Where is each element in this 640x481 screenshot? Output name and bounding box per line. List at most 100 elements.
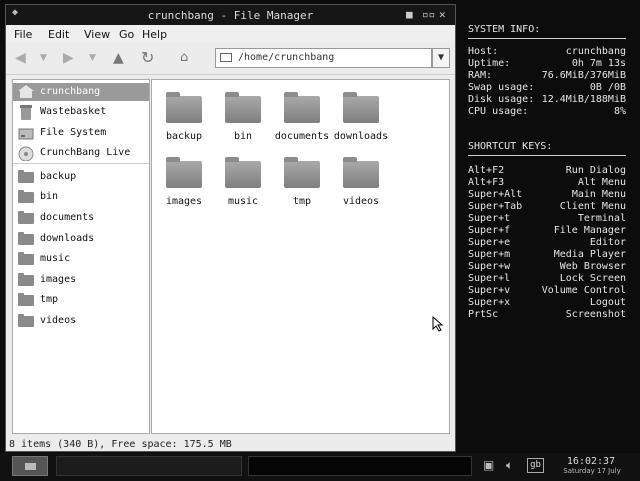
task-button[interactable] [56, 456, 242, 476]
volume-icon[interactable]: 🔈︎ [506, 458, 513, 473]
shortcut-key: Super+w [468, 261, 511, 272]
sidebar-bookmark-music[interactable]: music [13, 250, 149, 268]
shortcut-key: Super+x [468, 297, 511, 308]
sidebar-item-crunchbang-live[interactable]: CrunchBang Live [13, 144, 149, 162]
forward-arrow-icon[interactable]: ▶ [63, 50, 74, 66]
folder-item-downloads[interactable]: downloads [331, 92, 391, 142]
folder-icon [343, 92, 379, 123]
sysinfo-key: Swap usage: [468, 82, 535, 93]
sidebar-bookmark-images[interactable]: images [13, 271, 149, 289]
sysinfo-key: CPU usage: [468, 106, 529, 117]
sidebar-item-wastebasket[interactable]: Wastebasket [13, 103, 149, 121]
sidebar-bookmark-documents[interactable]: documents [13, 209, 149, 227]
shortcut-row: PrtSc Screenshot [468, 309, 626, 321]
back-history-chevron-icon[interactable]: ▼ [40, 53, 47, 63]
menu-help[interactable]: Help [142, 28, 167, 41]
keyboard-layout-indicator[interactable]: gb [527, 458, 544, 473]
folder-item-backup[interactable]: backup [154, 92, 214, 142]
folder-label: bin [233, 131, 253, 142]
sidebar-bookmark-tmp[interactable]: tmp [13, 291, 149, 309]
shortcut-action: Lock Screen [559, 273, 626, 284]
network-icon[interactable]: ▣ [483, 458, 494, 472]
close-icon[interactable]: ✕ [439, 8, 446, 21]
sidebar-item-file-system[interactable]: File System [13, 124, 149, 142]
folder-item-videos[interactable]: videos [331, 157, 391, 207]
menu-file[interactable]: File [14, 28, 32, 41]
shortcut-row: Super+x Logout [468, 297, 626, 309]
shortcut-row: Super+w Web Browser [468, 261, 626, 273]
folder-item-images[interactable]: images [154, 157, 214, 207]
folder-icon [18, 314, 34, 327]
menu-view[interactable]: View [84, 28, 110, 41]
sidebar-item-label: Wastebasket [40, 106, 107, 117]
sidebar-item-label: videos [40, 315, 77, 326]
sidebar-bookmark-videos[interactable]: videos [13, 312, 149, 330]
shortcut-row: Super+t Terminal [468, 213, 626, 225]
shortcut-key: Super+Tab [468, 201, 523, 212]
shortcut-action: Logout [589, 297, 626, 308]
back-arrow-icon[interactable]: ◀ [15, 50, 26, 66]
shortcut-row: Alt+F3 Alt Menu [468, 177, 626, 189]
menu-go[interactable]: Go [119, 28, 134, 41]
folder-item-tmp[interactable]: tmp [272, 157, 332, 207]
folder-icon [166, 157, 202, 188]
shortcut-key: Super+l [468, 273, 511, 284]
sidebar-bookmark-backup[interactable]: backup [13, 168, 149, 186]
forward-history-chevron-icon[interactable]: ▼ [89, 53, 96, 63]
menu-edit[interactable]: Edit [48, 28, 69, 41]
shortcut-action: Media Player [553, 249, 626, 260]
shortcut-action: Screenshot [565, 309, 626, 320]
minimize-icon[interactable]: ■ [406, 8, 413, 21]
location-path: /home/crunchbang [238, 52, 335, 63]
sidebar-item-crunchbang[interactable]: crunchbang [13, 83, 149, 101]
status-bar: 8 items (340 B), Free space: 175.5 MB [6, 438, 455, 452]
shortcut-key: Alt+F2 [468, 165, 505, 176]
folder-item-documents[interactable]: documents [272, 92, 332, 142]
sidebar-item-label: crunchbang [40, 86, 101, 97]
sysinfo-row: Disk usage: 12.4MiB/188MiB [468, 94, 626, 106]
location-bar[interactable]: /home/crunchbang [215, 48, 432, 68]
system-info-heading: SYSTEM INFO: [468, 24, 541, 35]
sysinfo-key: Uptime: [468, 58, 511, 69]
sysinfo-value: crunchbang [565, 46, 626, 57]
drive-icon [18, 126, 34, 140]
maximize-icon[interactable]: ▫▫ [422, 8, 435, 21]
trash-icon [18, 105, 34, 120]
sidebar-item-label: downloads [40, 233, 95, 244]
folder-icon [18, 232, 34, 245]
folder-item-bin[interactable]: bin [213, 92, 273, 142]
show-desktop-button[interactable] [12, 456, 48, 476]
shortcut-row: Super+Tab Client Menu [468, 201, 626, 213]
shortcut-row: Super+Alt Main Menu [468, 189, 626, 201]
location-dropdown-button[interactable]: ▼ [432, 48, 450, 68]
folder-item-music[interactable]: music [213, 157, 273, 207]
folder-icon [166, 92, 202, 123]
sysinfo-row: Uptime: 0h 7m 13s [468, 58, 626, 70]
file-manager-window: ◆ crunchbang - File Manager ■ ▫▫ ✕ File … [5, 4, 456, 452]
side-pane: crunchbang Wastebasket File System Crunc… [12, 79, 150, 434]
shortcut-key: Super+t [468, 213, 511, 224]
folder-label: tmp [292, 196, 312, 207]
shortcut-key: Super+m [468, 249, 511, 260]
sidebar-bookmark-bin[interactable]: bin [13, 188, 149, 206]
title-bar[interactable]: ◆ crunchbang - File Manager ■ ▫▫ ✕ [6, 5, 455, 25]
sysinfo-row: Host: crunchbang [468, 46, 626, 58]
up-arrow-icon[interactable]: ▲ [113, 50, 124, 66]
folder-icon [18, 273, 34, 286]
file-view[interactable]: backup bin documents downloads images mu… [151, 79, 450, 434]
sidebar-item-label: documents [40, 212, 95, 223]
folder-label: backup [165, 131, 203, 142]
shortcut-keys-heading: SHORTCUT KEYS: [468, 141, 553, 152]
folder-label: documents [274, 131, 330, 142]
shortcut-row: Alt+F2 Run Dialog [468, 165, 626, 177]
shortcut-row: Super+m Media Player [468, 249, 626, 261]
window-title: crunchbang - File Manager [147, 9, 314, 22]
sidebar-item-label: CrunchBang Live [40, 147, 131, 158]
reload-icon[interactable]: ↻ [141, 48, 154, 67]
shortcut-row: Super+l Lock Screen [468, 273, 626, 285]
clock-time[interactable]: 16:02:37 [561, 456, 621, 467]
shortcut-action: Editor [589, 237, 626, 248]
task-area [248, 456, 472, 476]
sidebar-bookmark-downloads[interactable]: downloads [13, 230, 149, 248]
home-button-icon[interactable]: ⌂ [180, 50, 188, 65]
